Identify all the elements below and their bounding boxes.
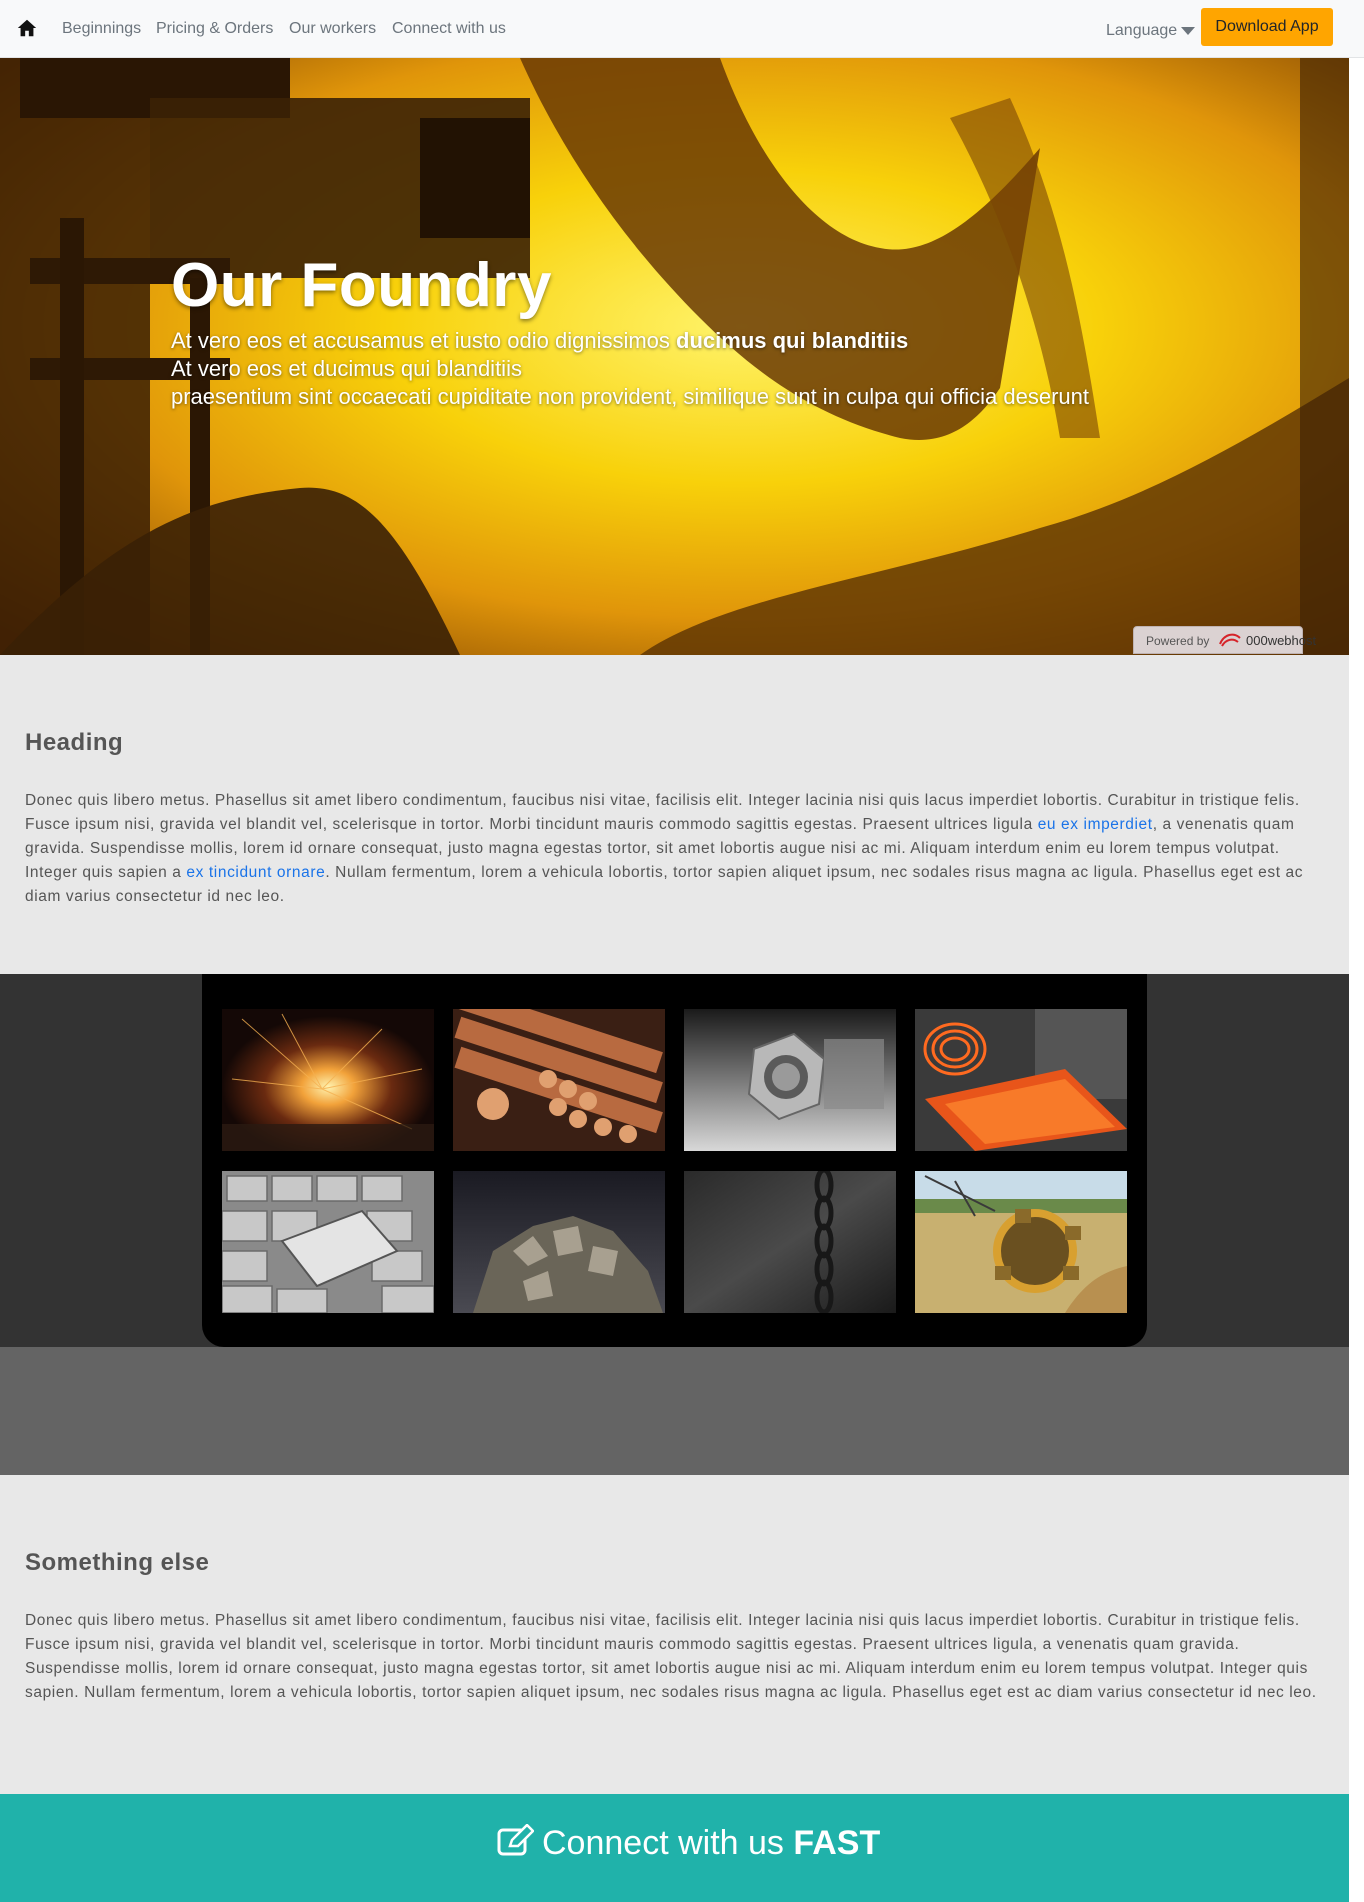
silver-bars-image <box>222 1171 434 1313</box>
caret-down-icon <box>1181 26 1196 35</box>
home-icon[interactable] <box>16 17 38 39</box>
section-heading: Something else <box>25 1549 210 1576</box>
gallery-item-excavator[interactable] <box>915 1171 1127 1313</box>
nav-link-pricing-orders[interactable]: Pricing & Orders <box>156 20 273 38</box>
sparks-image <box>222 1009 434 1151</box>
hero-subtitle-plain: At vero eos et accusamus et iusto odio d… <box>171 328 677 353</box>
section-paragraph: Donec quis libero metus. Phasellus sit a… <box>25 789 1325 909</box>
language-label: Language <box>1106 22 1178 39</box>
gallery-item-chain[interactable] <box>684 1171 896 1313</box>
connect-fast-cta[interactable]: Connect with us FAST <box>0 1794 1349 1902</box>
section-heading: Heading <box>25 729 124 756</box>
hex-nut-image <box>684 1009 896 1151</box>
gallery-item-hex-nut[interactable] <box>684 1009 896 1151</box>
edit-icon <box>497 1824 534 1856</box>
gallery-item-copper-rods[interactable] <box>453 1009 665 1151</box>
copper-rods-image <box>453 1009 665 1151</box>
cta-text: Connect with us <box>542 1824 794 1862</box>
cta-content: Connect with us FAST <box>496 1824 880 1863</box>
nav-link-beginnings[interactable]: Beginnings <box>62 20 141 38</box>
content-section-heading: Heading Donec quis libero metus. Phasell… <box>0 655 1349 974</box>
gallery-item-pyrite[interactable] <box>453 1171 665 1313</box>
hero-subtitle-line-1: At vero eos et accusamus et iusto odio d… <box>171 328 908 354</box>
gallery-item-silver-bars[interactable] <box>222 1171 434 1313</box>
spacer-band <box>0 1347 1349 1475</box>
content-section-something-else: Something else Donec quis libero metus. … <box>0 1475 1349 1794</box>
image-gallery <box>202 974 1147 1347</box>
powered-by-brand: 000webhost <box>1246 633 1317 648</box>
inline-link-imperdiet[interactable]: eu ex imperdiet <box>1038 816 1153 833</box>
nav-link-our-workers[interactable]: Our workers <box>289 20 376 38</box>
hero-banner: Our Foundry At vero eos et accusamus et … <box>0 58 1349 655</box>
section-paragraph: Donec quis libero metus. Phasellus sit a… <box>25 1612 1317 1701</box>
powered-by-badge[interactable]: Powered by 000webhost <box>1133 626 1316 654</box>
cta-text-bold: FAST <box>793 1824 881 1862</box>
pyrite-ore-image <box>453 1171 665 1313</box>
powered-by-label: Powered by <box>1146 634 1210 648</box>
bucket-wheel-excavator-image <box>915 1171 1127 1313</box>
hot-steel-coil-image <box>915 1009 1127 1151</box>
hero-subtitle-line-3: praesentium sint occaecati cupiditate no… <box>171 384 1090 409</box>
chain-image <box>684 1171 896 1313</box>
language-dropdown[interactable]: Language <box>1106 22 1196 40</box>
gallery-item-sparks[interactable] <box>222 1009 434 1151</box>
inline-link-tincidunt[interactable]: ex tincidunt ornare <box>186 864 325 881</box>
nav-link-connect[interactable]: Connect with us <box>392 20 506 38</box>
hero-title: Our Foundry <box>171 251 552 320</box>
hero-subtitle-bold: ducimus qui blanditiis <box>676 328 909 353</box>
webhost-logo-icon <box>1219 633 1241 647</box>
gallery-item-hot-steel[interactable] <box>915 1009 1127 1151</box>
navbar: Beginnings Pricing & Orders Our workers … <box>0 0 1364 58</box>
download-app-button[interactable]: Download App <box>1201 8 1333 46</box>
hero-subtitle-line-2: At vero eos et ducimus qui blanditiis <box>171 356 522 381</box>
